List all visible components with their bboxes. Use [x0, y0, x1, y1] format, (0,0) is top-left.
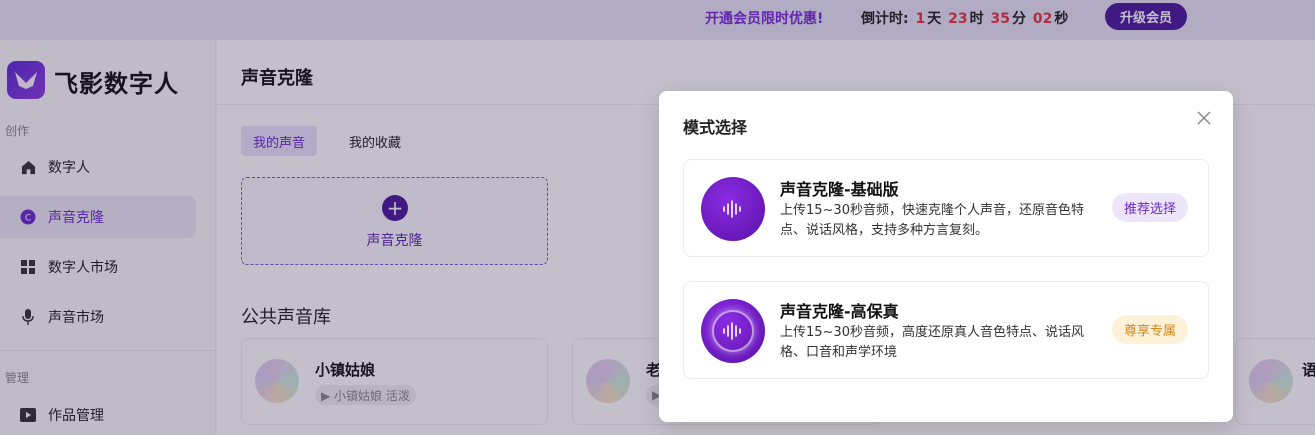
- mode-title: 声音克隆-基础版: [780, 180, 899, 199]
- mode-description: 上传15~30秒音频，高度还原真人音色特点、说话风格、口音和声学环境: [780, 325, 1084, 360]
- mode-select-modal: 模式选择 声音克隆-基础版 上传15~30秒音频，快速克隆个人声音，还原音色特点…: [659, 91, 1233, 422]
- mode-title: 声音克隆-高保真: [780, 302, 899, 321]
- mode-card-hifi[interactable]: 声音克隆-高保真 上传15~30秒音频，高度还原真人音色特点、说话风格、口音和声…: [683, 281, 1209, 379]
- modal-title: 模式选择: [683, 118, 748, 137]
- close-icon[interactable]: [1197, 111, 1213, 127]
- mode-card-basic[interactable]: 声音克隆-基础版 上传15~30秒音频，快速克隆个人声音，还原音色特点、说话风格…: [683, 159, 1209, 257]
- sound-wave-icon: [701, 177, 765, 241]
- sound-wave-icon: [701, 299, 765, 363]
- recommended-badge: 推荐选择: [1112, 193, 1188, 222]
- exclusive-badge: 尊享专属: [1112, 315, 1188, 344]
- mode-description: 上传15~30秒音频，快速克隆个人声音，还原音色特点、说话风格，支持多种方言复刻…: [780, 203, 1084, 238]
